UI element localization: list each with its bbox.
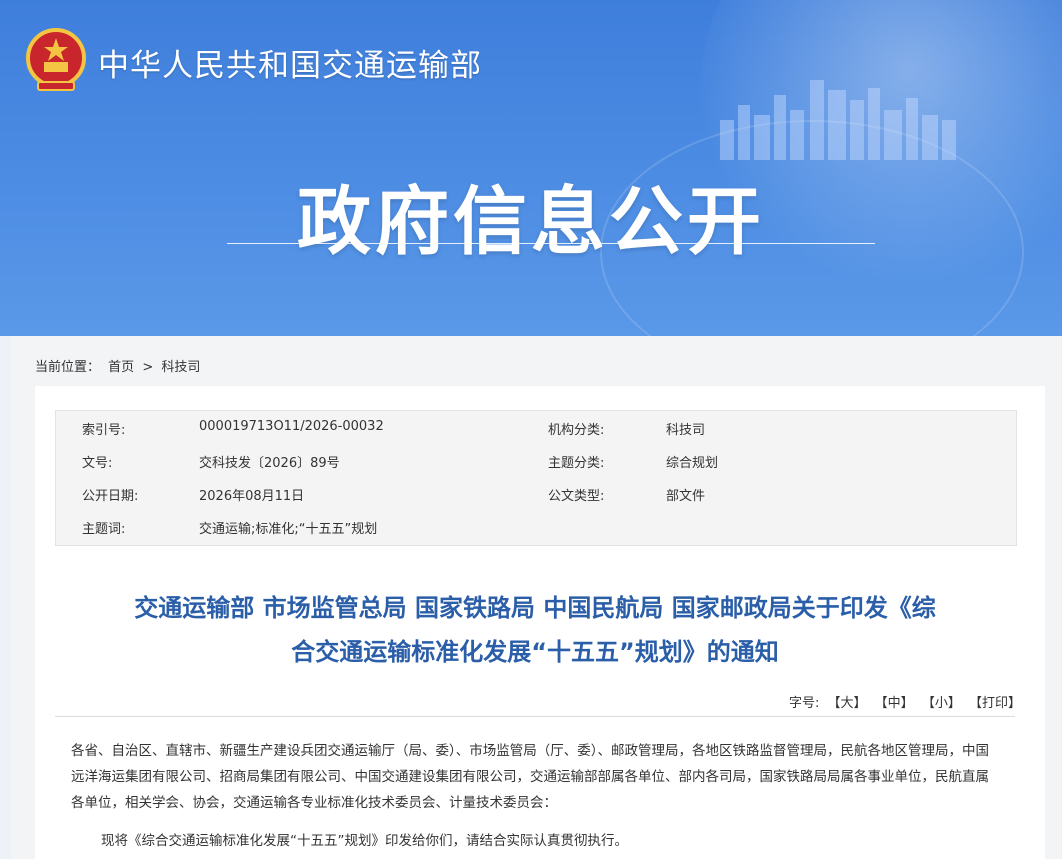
document-card: 索引号: 000019713O11/2026-00032 机构分类: 科技司 文… (35, 386, 1045, 859)
header-banner: 中华人民共和国交通运输部 政府信息公开 (0, 0, 1062, 336)
breadcrumb-current-link[interactable]: 科技司 (161, 360, 200, 375)
breadcrumb-separator: > (142, 360, 154, 375)
meta-value: 交科技发〔2026〕89号 (199, 456, 340, 471)
meta-key: 文号: (82, 456, 113, 471)
title-underline (227, 243, 875, 244)
document-paragraph: 现将《综合交通运输标准化发展“十五五”规划》印发给你们，请结合实际认真贯彻执行。 (101, 833, 628, 849)
document-title-line: 合交通运输标准化发展“十五五”规划》的通知 (291, 638, 779, 666)
document-title-line: 交通运输部 市场监管总局 国家铁路局 中国民航局 国家邮政局关于印发《综 (134, 594, 936, 622)
ministry-name[interactable]: 中华人民共和国交通运输部 (98, 40, 482, 85)
meta-key: 主题分类: (548, 456, 605, 471)
font-size-medium-button[interactable]: 【中】 (875, 696, 914, 711)
document-paragraph: 各省、自治区、直辖市、新疆生产建设兵团交通运输厅（局、委）、市场监管局（厅、委）… (71, 743, 989, 811)
meta-value: 交通运输;标准化;“十五五”规划 (199, 522, 378, 537)
font-size-large-button[interactable]: 【大】 (828, 696, 867, 711)
meta-key: 公文类型: (548, 489, 605, 504)
breadcrumb-home-link[interactable]: 首页 (108, 360, 134, 375)
meta-key: 机构分类: (548, 423, 605, 438)
meta-value: 科技司 (666, 423, 706, 438)
section-title: 政府信息公开 (297, 179, 765, 265)
meta-key: 主题词: (82, 522, 126, 537)
meta-value: 000019713O11/2026-00032 (199, 419, 384, 434)
metadata-row: 索引号: 000019713O11/2026-00032 机构分类: 科技司 (56, 419, 1016, 452)
metadata-table: 索引号: 000019713O11/2026-00032 机构分类: 科技司 文… (55, 410, 1017, 546)
breadcrumb: 当前位置： 首页 > 科技司 (35, 356, 204, 375)
metadata-row: 文号: 交科技发〔2026〕89号 主题分类: 综合规划 (56, 452, 1016, 485)
content-area: 当前位置： 首页 > 科技司 索引号: 000019713O11/2026-00… (11, 336, 1061, 859)
national-emblem-icon (26, 28, 86, 91)
metadata-row: 主题词: 交通运输;标准化;“十五五”规划 (56, 518, 1016, 551)
font-size-label: 字号: (788, 696, 820, 711)
divider (55, 716, 1015, 717)
meta-key: 公开日期: (82, 489, 139, 504)
city-skyline-image (720, 80, 956, 160)
font-size-controls: 字号: 【大】 【中】 【小】 【打印】 (785, 692, 1021, 711)
metadata-row: 公开日期: 2026年08月11日 公文类型: 部文件 (56, 485, 1016, 518)
print-button[interactable]: 【打印】 (969, 696, 1021, 711)
breadcrumb-label: 当前位置： (35, 360, 101, 375)
meta-key: 索引号: (82, 423, 126, 438)
font-size-small-button[interactable]: 【小】 (922, 696, 961, 711)
meta-value: 2026年08月11日 (199, 489, 305, 504)
meta-value: 综合规划 (666, 456, 719, 471)
meta-value: 部文件 (666, 489, 706, 504)
document-title: 交通运输部 市场监管总局 国家铁路局 中国民航局 国家邮政局关于印发《综 合交通… (55, 586, 1015, 674)
